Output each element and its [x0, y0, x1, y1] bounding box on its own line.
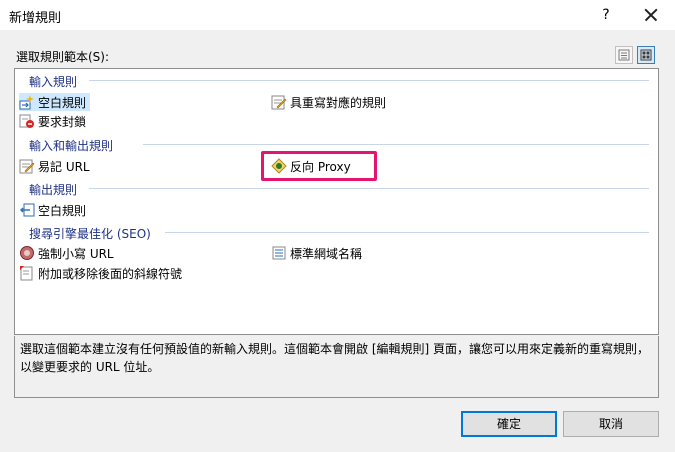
template-description: 選取這個範本建立沒有任何預設值的新輸入規則。這個範本會開啟 [編輯規則] 頁面，…	[14, 336, 659, 398]
template-label: 反向 Proxy	[290, 159, 351, 174]
template-label: 空白規則	[38, 95, 87, 110]
template-blank-outbound-rule[interactable]: 空白規則	[19, 201, 86, 219]
tile-view-button[interactable]	[637, 46, 655, 64]
template-label: 標準網域名稱	[290, 246, 363, 261]
template-label: 具重寫對應的規則	[290, 95, 387, 110]
template-append-remove-trailing-slash[interactable]: 附加或移除後面的斜線符號	[19, 264, 182, 282]
blank-rule-icon	[19, 94, 35, 110]
lowercase-url-icon	[19, 245, 35, 261]
dialog-title: 新增規則	[9, 11, 62, 26]
rewrite-map-icon	[271, 94, 287, 110]
group-divider	[89, 188, 649, 189]
template-user-friendly-url[interactable]: 易記 URL	[19, 157, 90, 175]
trailing-slash-icon	[19, 265, 35, 281]
group-divider	[165, 232, 649, 233]
group-divider	[143, 144, 649, 145]
request-block-icon	[19, 113, 35, 129]
friendly-url-icon	[19, 158, 35, 174]
outbound-blank-rule-icon	[19, 202, 35, 218]
template-label: 要求封鎖	[38, 114, 87, 129]
title-bar: 新增規則 ?	[0, 0, 675, 30]
template-label: 空白規則	[38, 203, 87, 218]
template-label: 附加或移除後面的斜線符號	[38, 266, 183, 281]
list-view-icon	[618, 49, 630, 61]
template-blank-inbound-rule[interactable]: 空白規則	[19, 93, 90, 111]
canonical-domain-icon	[271, 245, 287, 261]
rule-template-list[interactable]: 輸入規則 空白規則 具重寫對應的規則 要求封鎖 輸入和輸出規則 易記 URL 反…	[14, 68, 659, 335]
cancel-button[interactable]: 取消	[563, 411, 659, 437]
tile-view-icon	[640, 49, 652, 61]
ok-button[interactable]: 確定	[461, 411, 557, 437]
add-rule-dialog: 新增規則 ? 選取規則範本(S): 輸入規則 空白規則 具重寫對應的規則 要求封…	[0, 0, 675, 452]
group-header-inbound-outbound: 輸入和輸出規則	[29, 139, 114, 153]
close-button[interactable]	[640, 4, 662, 26]
group-header-inbound: 輸入規則	[29, 75, 78, 89]
list-view-button[interactable]	[615, 46, 633, 64]
templates-label: 選取規則範本(S):	[16, 50, 110, 64]
template-reverse-proxy[interactable]: 反向 Proxy	[271, 157, 351, 175]
template-label: 易記 URL	[38, 159, 90, 174]
template-rewrite-map-rule[interactable]: 具重寫對應的規則	[271, 93, 386, 111]
reverse-proxy-icon	[271, 158, 287, 174]
template-label: 強制小寫 URL	[38, 246, 114, 261]
group-header-seo: 搜尋引擎最佳化 (SEO)	[29, 227, 151, 241]
template-request-blocking[interactable]: 要求封鎖	[19, 112, 86, 130]
help-button[interactable]: ?	[595, 5, 617, 25]
group-header-outbound: 輸出規則	[29, 183, 78, 197]
template-enforce-lowercase-url[interactable]: 強制小寫 URL	[19, 244, 114, 262]
template-canonical-domain-name[interactable]: 標準網域名稱	[271, 244, 362, 262]
group-divider	[89, 80, 649, 81]
